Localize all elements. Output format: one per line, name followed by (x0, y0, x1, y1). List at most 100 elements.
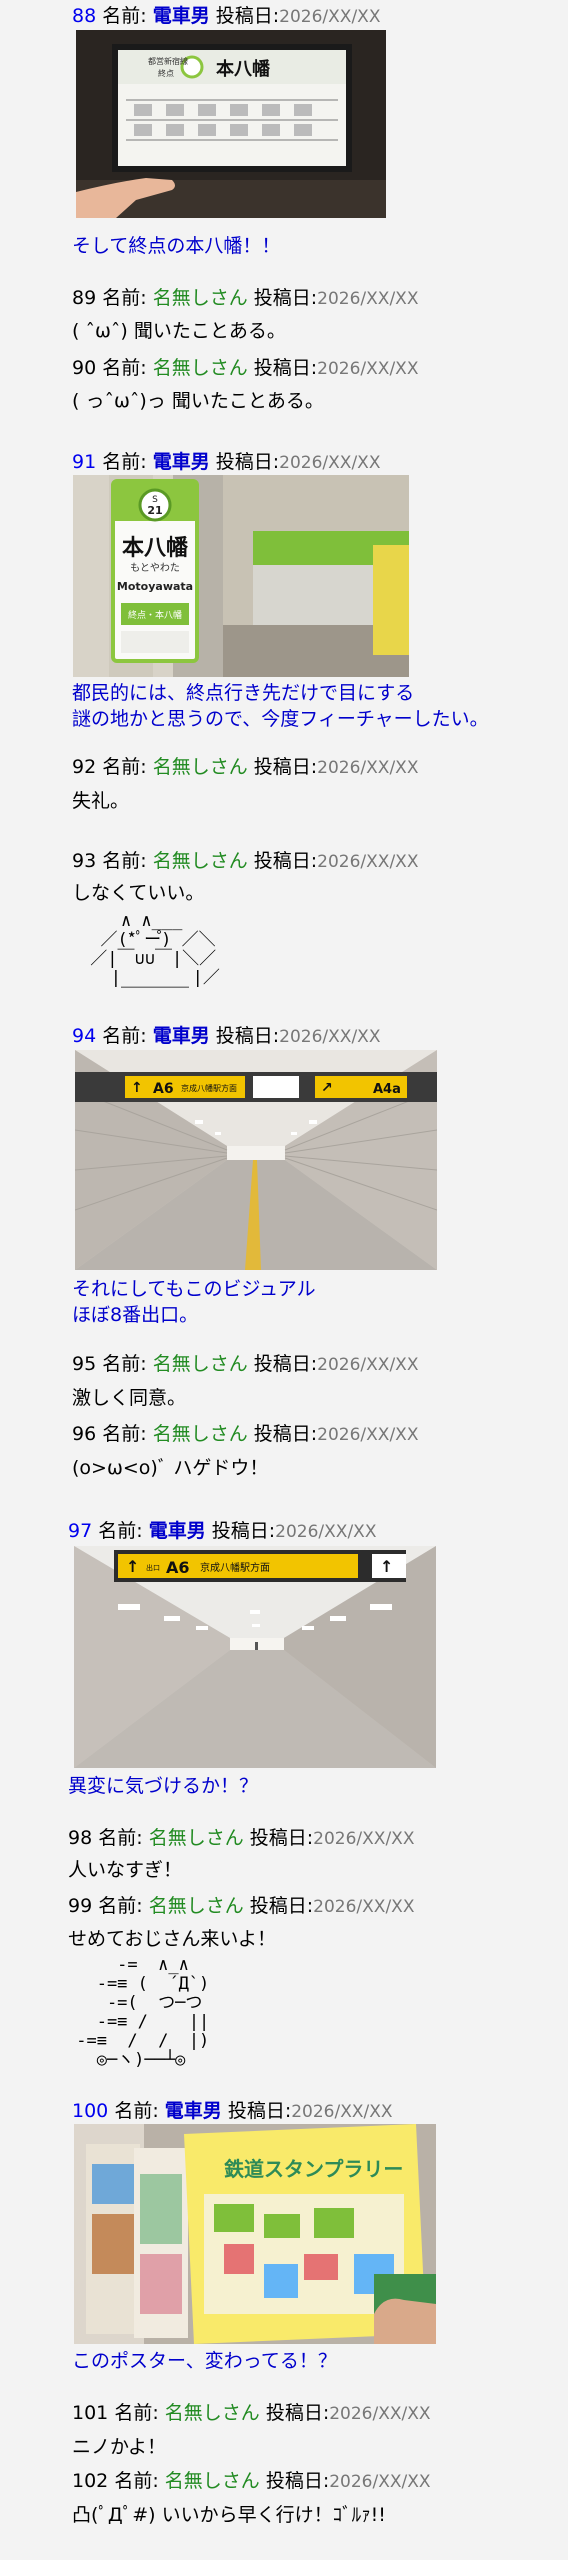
post-body: ニノかよ！ (72, 2436, 167, 2458)
poster-name: 名無しさん (164, 2470, 260, 2492)
post-date: 2026/XX/XX (329, 2472, 431, 2492)
name-label: 名前: (102, 850, 147, 872)
date-label: 投稿日: (253, 756, 318, 778)
date-label: 投稿日: (215, 1025, 280, 1047)
post-number[interactable]: 94 (72, 1025, 96, 1047)
date-label: 投稿日: (227, 2100, 292, 2122)
date-label: 投稿日: (253, 1423, 318, 1445)
name-label: 名前: (114, 2402, 159, 2424)
name-label: 名前: (102, 1353, 147, 1375)
date-label: 投稿日: (265, 2402, 330, 2424)
post-date: 2026/XX/XX (313, 1829, 415, 1849)
date-label: 投稿日: (253, 850, 318, 872)
station-terminus-plate: 終点・本八幡 (128, 609, 182, 621)
post-number[interactable]: 98 (68, 1827, 92, 1849)
post-number[interactable]: 99 (68, 1895, 92, 1917)
photo-station-pillar-motoyawata: S 21 本八幡 もとやわた Motoyawata 終点・本八幡 (73, 475, 409, 677)
poster-name: 名無しさん (148, 1827, 244, 1849)
post-body: 都民的には、終点行き先だけで目にする 謎の地かと思うので、今度フィーチャーしたい… (72, 682, 489, 730)
date-label: 投稿日: (253, 357, 318, 379)
svg-text:↑: ↑ (126, 1557, 139, 1576)
post-date: 2026/XX/XX (329, 2404, 431, 2424)
post-body: このポスター、変わってる！？ (72, 2350, 337, 2372)
post-number[interactable]: 102 (72, 2470, 108, 2492)
post-header: 89 名前: 名無しさん 投稿日:2026/XX/XX (72, 285, 418, 311)
post-body: それにしてもこのビジュアル ほぼ8番出口。 (72, 1278, 316, 1326)
post-date: 2026/XX/XX (317, 758, 419, 778)
post-date: 2026/XX/XX (317, 1425, 419, 1445)
post-header: 90 名前: 名無しさん 投稿日:2026/XX/XX (72, 355, 418, 381)
name-label: 名前: (102, 451, 147, 473)
poster-name: 名無しさん (152, 357, 248, 379)
date-label: 投稿日: (249, 1895, 314, 1917)
post-date: 2026/XX/XX (291, 2102, 393, 2122)
date-label: 投稿日: (265, 2470, 330, 2492)
post-body: しなくていい。 (72, 882, 205, 904)
poster-name: 名無しさん (152, 287, 248, 309)
post-number[interactable]: 97 (68, 1520, 92, 1542)
station-roman: Motoyawata (117, 580, 193, 593)
post-number[interactable]: 89 (72, 287, 96, 309)
post-number[interactable]: 91 (72, 451, 96, 473)
sign-line: 都営新宿線 (148, 56, 188, 66)
post-number[interactable]: 95 (72, 1353, 96, 1375)
name-label: 名前: (98, 1895, 143, 1917)
post-header: 99 名前: 名無しさん 投稿日:2026/XX/XX (68, 1893, 414, 1919)
post-date: 2026/XX/XX (279, 7, 381, 27)
sign-station: 本八幡 (216, 58, 270, 80)
post-number[interactable]: 100 (72, 2100, 108, 2122)
poster-name: 名無しさん (152, 850, 248, 872)
poster-name: 電車男 (152, 5, 210, 27)
post-date: 2026/XX/XX (317, 289, 419, 309)
post-header: 91 名前: 電車男 投稿日:2026/XX/XX (72, 449, 380, 475)
post-date: 2026/XX/XX (317, 359, 419, 379)
name-label: 名前: (102, 357, 147, 379)
poster-name: 名無しさん (152, 1353, 248, 1375)
name-label: 名前: (114, 2470, 159, 2492)
post-header: 97 名前: 電車男 投稿日:2026/XX/XX (68, 1518, 376, 1544)
post-header: 98 名前: 名無しさん 投稿日:2026/XX/XX (68, 1825, 414, 1851)
post-date: 2026/XX/XX (279, 1027, 381, 1047)
post-number[interactable]: 88 (72, 5, 96, 27)
name-label: 名前: (102, 1025, 147, 1047)
post-body: (o>ω<o)ﾞ ハゲドウ！ (72, 1457, 269, 1479)
poster-name: 電車男 (152, 1025, 210, 1047)
poster-name: 名無しさん (164, 2402, 260, 2424)
post-header: 92 名前: 名無しさん 投稿日:2026/XX/XX (72, 754, 418, 780)
post-date: 2026/XX/XX (313, 1897, 415, 1917)
ascii-art-cat: ∧ ∧___ ／(*ﾟー゚) ／＼ ／|￣∪∪￣|＼／ | |／ ￣￣￣￣ (90, 911, 220, 1007)
name-label: 名前: (102, 756, 147, 778)
post-number[interactable]: 93 (72, 850, 96, 872)
poster-title: 鉄道スタンプラリー (224, 2157, 403, 2181)
post-header: 100 名前: 電車男 投稿日:2026/XX/XX (72, 2098, 393, 2124)
post-number[interactable]: 92 (72, 756, 96, 778)
date-label: 投稿日: (249, 1827, 314, 1849)
post-number[interactable]: 101 (72, 2402, 108, 2424)
date-label: 投稿日: (253, 287, 318, 309)
post-header: 101 名前: 名無しさん 投稿日:2026/XX/XX (72, 2400, 431, 2426)
post-header: 102 名前: 名無しさん 投稿日:2026/XX/XX (72, 2468, 431, 2494)
name-label: 名前: (98, 1520, 143, 1542)
sign-direction: 京成八幡駅方面 (181, 1083, 237, 1093)
post-header: 88 名前: 電車男 投稿日:2026/XX/XX (72, 3, 380, 29)
post-header: 94 名前: 電車男 投稿日:2026/XX/XX (72, 1023, 380, 1049)
post-date: 2026/XX/XX (317, 852, 419, 872)
svg-text:↑: ↑ (131, 1080, 143, 1096)
post-body: ( ˆωˆ) 聞いたことある。 (72, 320, 286, 342)
date-label: 投稿日: (215, 5, 280, 27)
post-body: 激しく同意。 (72, 1387, 187, 1409)
station-name: 本八幡 (122, 536, 189, 561)
post-body: 異変に気づけるか！？ (68, 1775, 259, 1797)
post-date: 2026/XX/XX (279, 453, 381, 473)
photo-station-sign-motoyawata: 都営新宿線 終点 本八幡 (76, 30, 386, 218)
ascii-art-scooter: -= ∧_∧ -=≡ ( ´Д`) -=( つ─つ -=≡ / || -=≡ /… (76, 1955, 210, 2070)
poster-name: 名無しさん (152, 756, 248, 778)
poster-name: 電車男 (164, 2100, 222, 2122)
sign-exit: A6 (153, 1081, 174, 1097)
name-label: 名前: (102, 1423, 147, 1445)
post-number[interactable]: 96 (72, 1423, 96, 1445)
date-label: 投稿日: (253, 1353, 318, 1375)
photo-stamp-rally-poster: 鉄道スタンプラリー (74, 2124, 436, 2344)
post-number[interactable]: 90 (72, 357, 96, 379)
sign-exit-label: 出口 (146, 1563, 160, 1572)
